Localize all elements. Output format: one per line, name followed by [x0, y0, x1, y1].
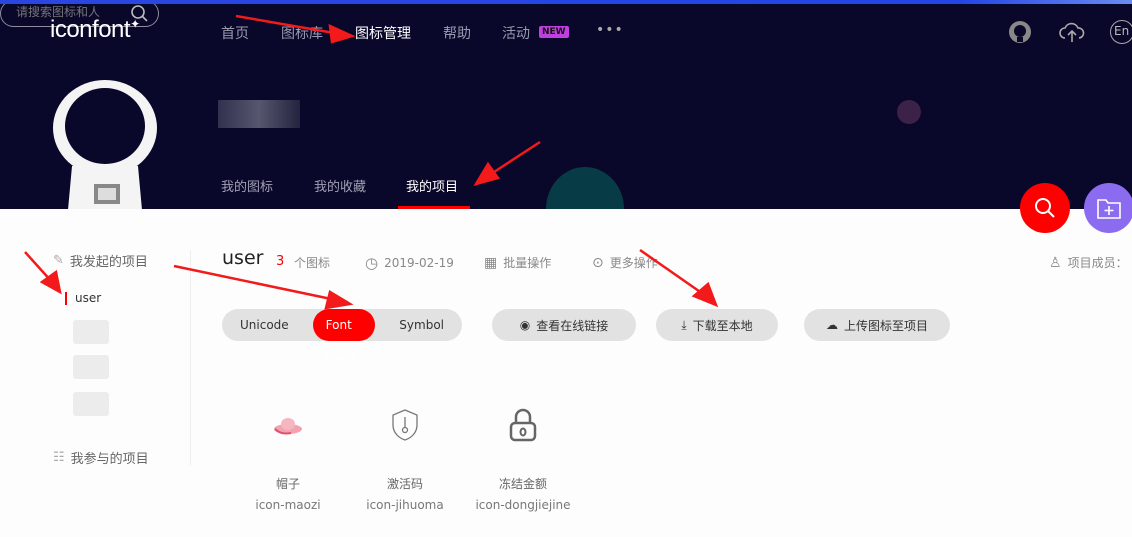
view-link-label: 查看在线链接 [536, 318, 609, 333]
icon-name: 帽子 [275, 477, 300, 491]
icon-code: icon-maozi [255, 498, 321, 512]
icon-name: 冻结金额 [498, 477, 547, 491]
icon-code: icon-dongjiejine [475, 498, 571, 512]
search-icon [1035, 198, 1055, 218]
icon-name: 激活码 [386, 477, 423, 491]
sidebar-item-user[interactable]: user [75, 291, 101, 305]
decorative-dot [897, 100, 921, 124]
more-nav-icon[interactable]: ••• [596, 22, 624, 38]
clock-icon: ◷ [365, 254, 379, 272]
lock-icon [509, 408, 537, 442]
github-icon[interactable] [1008, 20, 1032, 44]
view-online-link-button[interactable]: ◉ 查看在线链接 [492, 309, 636, 341]
tab-my-icons[interactable]: 我的图标 [221, 176, 273, 195]
icon-count: 3 [276, 254, 285, 269]
icon-card[interactable]: 帽子 icon-maozi [233, 400, 343, 512]
download-icon: ⤓ [681, 317, 687, 332]
decorative-circle [546, 167, 624, 209]
doc-icon: ☷ [53, 450, 65, 465]
batch-operation-button[interactable]: ▦ 批量操作 [484, 254, 551, 271]
project-title: user [222, 247, 264, 269]
mode-font-class[interactable]: Font class [312, 309, 376, 364]
members-label: 项目成员： [1067, 256, 1128, 270]
tab-active-indicator [398, 206, 470, 209]
mode-symbol[interactable]: Symbol [381, 309, 462, 341]
nav-help[interactable]: 帮助 [443, 23, 471, 43]
logo-text: iconfont [50, 16, 131, 43]
logo[interactable]: iconfont✦ [50, 16, 140, 44]
astronaut-avatar [53, 80, 157, 209]
more-operations-button[interactable]: ⊙ 更多操作 [592, 254, 658, 271]
folder-add-icon [1097, 199, 1121, 219]
sidebar-joined-projects-header: ☷ 我参与的项目 [53, 448, 149, 467]
annotation-arrow [173, 264, 337, 302]
nav-home[interactable]: 首页 [221, 23, 249, 43]
download-label: 下载至本地 [692, 318, 753, 333]
grid-icon: ▦ [484, 254, 498, 271]
edit-doc-icon: ✎ [53, 253, 64, 268]
annotation-arrowhead [39, 269, 62, 295]
date-text: 2019-02-19 [384, 256, 454, 270]
active-project-indicator [65, 292, 67, 305]
nav-activity[interactable]: 活动 [502, 23, 530, 43]
upload-button[interactable]: ☁ 上传图标至项目 [804, 309, 950, 341]
batch-label: 批量操作 [503, 256, 552, 270]
nav-icon-library[interactable]: 图标库 [281, 23, 323, 43]
icon-code: icon-jihuoma [366, 498, 444, 512]
search-icon[interactable] [131, 5, 148, 22]
project-members[interactable]: ♙ 项目成员： [1049, 254, 1128, 271]
new-badge: NEW [539, 26, 569, 38]
annotation-arrowhead [324, 290, 354, 310]
sidebar-created-projects-header: ✎ 我发起的项目 [53, 251, 148, 270]
header: iconfont✦ 首页 图标库 图标管理 帮助 活动 NEW ••• En 我… [0, 0, 1132, 209]
icon-card[interactable]: 激活码 icon-jihuoma [350, 400, 460, 512]
download-button[interactable]: ⤓ 下载至本地 [656, 309, 778, 341]
search-input[interactable] [16, 5, 126, 19]
sidebar-joined-label: 我参与的项目 [70, 452, 149, 467]
nav-icon-management[interactable]: 图标管理 [355, 23, 411, 43]
search-fab-button[interactable] [1020, 183, 1070, 233]
sidebar-divider [190, 250, 191, 465]
upload-label: 上传图标至项目 [843, 318, 928, 333]
hat-icon [274, 418, 302, 435]
shield-key-icon [392, 409, 418, 441]
username-blurred [218, 100, 300, 128]
mode-unicode[interactable]: Unicode [222, 309, 307, 341]
upload-cloud-icon: ☁ [825, 318, 838, 332]
new-project-fab-button[interactable] [1084, 183, 1132, 233]
top-progress-bar [0, 0, 1132, 4]
icon-count-label: 个图标 [294, 256, 331, 270]
project-date: ◷ 2019-02-19 [365, 254, 454, 272]
annotation-arrow [24, 251, 53, 283]
icon-card[interactable]: 冻结金额 icon-dongjiejine [468, 400, 578, 512]
tab-my-projects[interactable]: 我的项目 [406, 176, 458, 195]
user-icon: ♙ [1049, 254, 1062, 271]
sidebar-created-label: 我发起的项目 [69, 255, 148, 270]
language-toggle[interactable]: En [1110, 20, 1132, 44]
annotation-arrowhead [691, 281, 719, 308]
eye-icon: ◉ [519, 318, 531, 332]
upload-cloud-icon[interactable] [1058, 20, 1086, 44]
tab-my-favorites[interactable]: 我的收藏 [314, 176, 366, 195]
sidebar-item-blurred[interactable] [73, 320, 109, 344]
code-mode-switch: Unicode Font class Symbol [222, 309, 462, 364]
sidebar-item-blurred[interactable] [73, 355, 109, 379]
sidebar-item-blurred[interactable] [73, 392, 109, 416]
ellipsis-circle-icon: ⊙ [592, 254, 604, 271]
more-label: 更多操作 [609, 256, 658, 270]
